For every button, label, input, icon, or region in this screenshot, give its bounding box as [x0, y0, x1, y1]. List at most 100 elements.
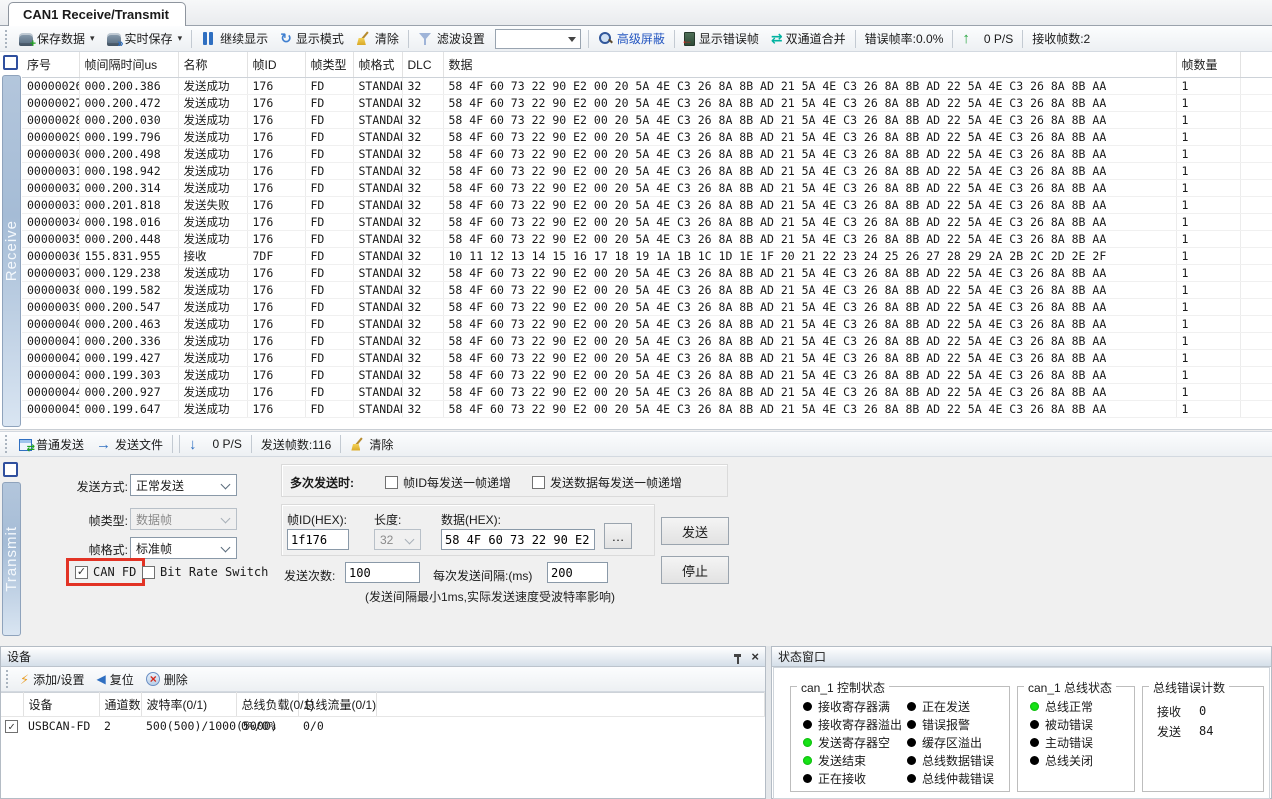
table-row[interactable]: 00000030 000.200.498 发送成功 176 FD STANDAR… — [22, 146, 1272, 163]
display-mode-button[interactable]: ↻ 显示模式 — [274, 28, 350, 50]
increment-id-checkbox[interactable]: 帧ID每发送一帧递增 — [385, 474, 511, 491]
transmit-select-checkbox-icon[interactable] — [3, 462, 18, 477]
send-interval-input[interactable] — [547, 562, 608, 583]
stop-button[interactable]: 停止 — [661, 556, 729, 584]
realtime-save-button[interactable]: » 实时保存 ▾ — [101, 28, 189, 50]
col-frame-type[interactable]: 帧类型 — [305, 52, 353, 78]
col-interval[interactable]: 帧间隔时间us — [79, 52, 178, 78]
frame-id-input[interactable] — [287, 529, 349, 550]
table-row[interactable]: 00000031 000.198.942 发送成功 176 FD STANDAR… — [22, 163, 1272, 180]
cell-filler — [1240, 95, 1272, 112]
table-row[interactable]: 00000040 000.200.463 发送成功 176 FD STANDAR… — [22, 316, 1272, 333]
col-bus-load[interactable]: 总线负载(0/1) — [236, 693, 298, 717]
pin-icon[interactable] — [733, 653, 743, 665]
send-mode-select[interactable]: 正常发送 — [130, 474, 237, 496]
cell-interval: 000.129.238 — [79, 265, 178, 282]
increment-data-checkbox[interactable]: 发送数据每发送一帧递增 — [532, 474, 682, 491]
send-times-input[interactable] — [345, 562, 420, 583]
col-name[interactable]: 名称 — [178, 52, 247, 78]
device-checkbox[interactable]: ✓ — [5, 720, 18, 733]
col-data[interactable]: 数据 — [443, 52, 1176, 78]
select-all-checkbox-icon[interactable] — [3, 55, 18, 70]
close-icon[interactable]: × — [751, 650, 759, 664]
advanced-mask-button[interactable]: 高级屏蔽 — [592, 28, 671, 50]
show-error-frames-button[interactable]: ← 显示错误帧 — [678, 28, 765, 50]
device-row[interactable]: ✓ USBCAN-FD 2 500(500)/1000(5000) 0%/0% … — [1, 717, 765, 736]
receive-side-tab[interactable]: Receive — [2, 75, 21, 427]
col-device[interactable]: 设备 — [23, 693, 99, 717]
table-row[interactable]: 00000029 000.199.796 发送成功 176 FD STANDAR… — [22, 129, 1272, 146]
col-channels[interactable]: 通道数 — [99, 693, 141, 717]
send-file-button[interactable]: → 发送文件 — [90, 433, 169, 455]
transmit-clear-button[interactable]: 清除 — [344, 433, 399, 455]
table-row[interactable]: 00000037 000.129.238 发送成功 176 FD STANDAR… — [22, 265, 1272, 282]
tab-title: CAN1 Receive/Transmit — [23, 7, 169, 22]
col-frame-format[interactable]: 帧格式 — [353, 52, 402, 78]
col-dlc[interactable]: DLC — [402, 52, 443, 78]
normal-send-button[interactable]: ⇄ 普通发送 — [13, 433, 90, 455]
data-hex-input[interactable] — [441, 529, 595, 550]
col-frame-count[interactable]: 帧数量 — [1176, 52, 1240, 78]
delete-device-button[interactable]: × 删除 — [140, 668, 194, 690]
cell-dlc: 32 — [402, 401, 443, 418]
frame-format-select[interactable]: 标准帧 — [130, 537, 237, 559]
toolbar-grip[interactable] — [5, 670, 10, 688]
table-row[interactable]: 00000041 000.200.336 发送成功 176 FD STANDAR… — [22, 333, 1272, 350]
table-row[interactable]: 00000043 000.199.303 发送成功 176 FD STANDAR… — [22, 367, 1272, 384]
save-data-dropdown-caret[interactable]: ▾ — [90, 33, 95, 44]
length-select[interactable]: 32 — [374, 529, 421, 550]
broom-icon — [350, 437, 365, 452]
table-row[interactable]: 00000027 000.200.472 发送成功 176 FD STANDAR… — [22, 95, 1272, 112]
cell-filler — [1240, 78, 1272, 95]
cell-seq: 00000032 — [22, 180, 79, 197]
frame-format-label: 帧格式: — [60, 541, 128, 558]
table-row[interactable]: 00000028 000.200.030 发送成功 176 FD STANDAR… — [22, 112, 1272, 129]
continue-display-button[interactable]: 继续显示 — [195, 28, 274, 50]
cell-dlc: 32 — [402, 248, 443, 265]
col-bus-traffic[interactable]: 总线流量(0/1) — [298, 693, 376, 717]
send-button[interactable]: 发送 — [661, 517, 729, 545]
col-frame-id[interactable]: 帧ID — [247, 52, 305, 78]
data-more-button[interactable]: … — [604, 523, 632, 549]
led-icon — [1030, 738, 1039, 747]
cell-name: 发送成功 — [178, 112, 247, 129]
status-indicator: 正在接收 — [803, 769, 902, 787]
device-panel-title: 设备 — [7, 648, 31, 665]
realtime-save-dropdown-caret[interactable]: ▾ — [178, 33, 183, 44]
table-row[interactable]: 00000033 000.201.818 发送失败 176 FD STANDAR… — [22, 197, 1272, 214]
cell-seq: 00000045 — [22, 401, 79, 418]
table-row[interactable]: 00000045 000.199.647 发送成功 176 FD STANDAR… — [22, 401, 1272, 418]
table-row[interactable]: 00000042 000.199.427 发送成功 176 FD STANDAR… — [22, 350, 1272, 367]
filter-combo[interactable] — [495, 29, 581, 49]
toolbar-grip[interactable] — [4, 435, 9, 453]
table-row[interactable]: 00000039 000.200.547 发送成功 176 FD STANDAR… — [22, 299, 1272, 316]
table-row[interactable]: 00000035 000.200.448 发送成功 176 FD STANDAR… — [22, 231, 1272, 248]
bit-rate-switch-checkbox[interactable]: Bit Rate Switch — [142, 565, 268, 579]
table-row[interactable]: 00000036 155.831.955 接收 7DF FD STANDARD … — [22, 248, 1272, 265]
lightning-icon: ⚡ — [20, 672, 29, 687]
table-row[interactable]: 00000038 000.199.582 发送成功 176 FD STANDAR… — [22, 282, 1272, 299]
reset-device-button[interactable]: ◀ 复位 — [90, 668, 139, 690]
led-icon — [803, 720, 812, 729]
table-row[interactable]: 00000032 000.200.314 发送成功 176 FD STANDAR… — [22, 180, 1272, 197]
canfd-checkbox[interactable]: ✓ CAN FD — [75, 565, 136, 579]
cell-frame-format: STANDARD — [353, 95, 402, 112]
toolbar-separator — [588, 30, 589, 48]
send-interval-label: 每次发送间隔:(ms) — [433, 567, 532, 584]
tab-can1-receive-transmit[interactable]: CAN1 Receive/Transmit — [8, 2, 186, 26]
add-device-button[interactable]: ⚡ 添加/设置 — [14, 668, 90, 690]
filter-settings-button[interactable]: 滤波设置 — [412, 28, 491, 50]
col-seq[interactable]: 序号 — [22, 52, 79, 78]
transmit-side-tab[interactable]: Transmit — [2, 482, 21, 636]
table-row[interactable]: 00000034 000.198.016 发送成功 176 FD STANDAR… — [22, 214, 1272, 231]
toolbar-grip[interactable] — [4, 30, 9, 48]
col-baudrate[interactable]: 波特率(0/1) — [141, 693, 236, 717]
send-interval-note: (发送间隔最小1ms,实际发送速度受波特率影响) — [365, 588, 615, 605]
table-row[interactable]: 00000044 000.200.927 发送成功 176 FD STANDAR… — [22, 384, 1272, 401]
clear-button[interactable]: 清除 — [350, 28, 405, 50]
dual-channel-merge-button[interactable]: ⇄ 双通道合并 — [765, 28, 852, 50]
refresh-icon: ↻ — [280, 31, 292, 46]
save-data-button[interactable]: + 保存数据 ▾ — [13, 28, 101, 50]
toolbar-separator — [952, 30, 953, 48]
table-row[interactable]: 00000026 000.200.386 发送成功 176 FD STANDAR… — [22, 78, 1272, 95]
